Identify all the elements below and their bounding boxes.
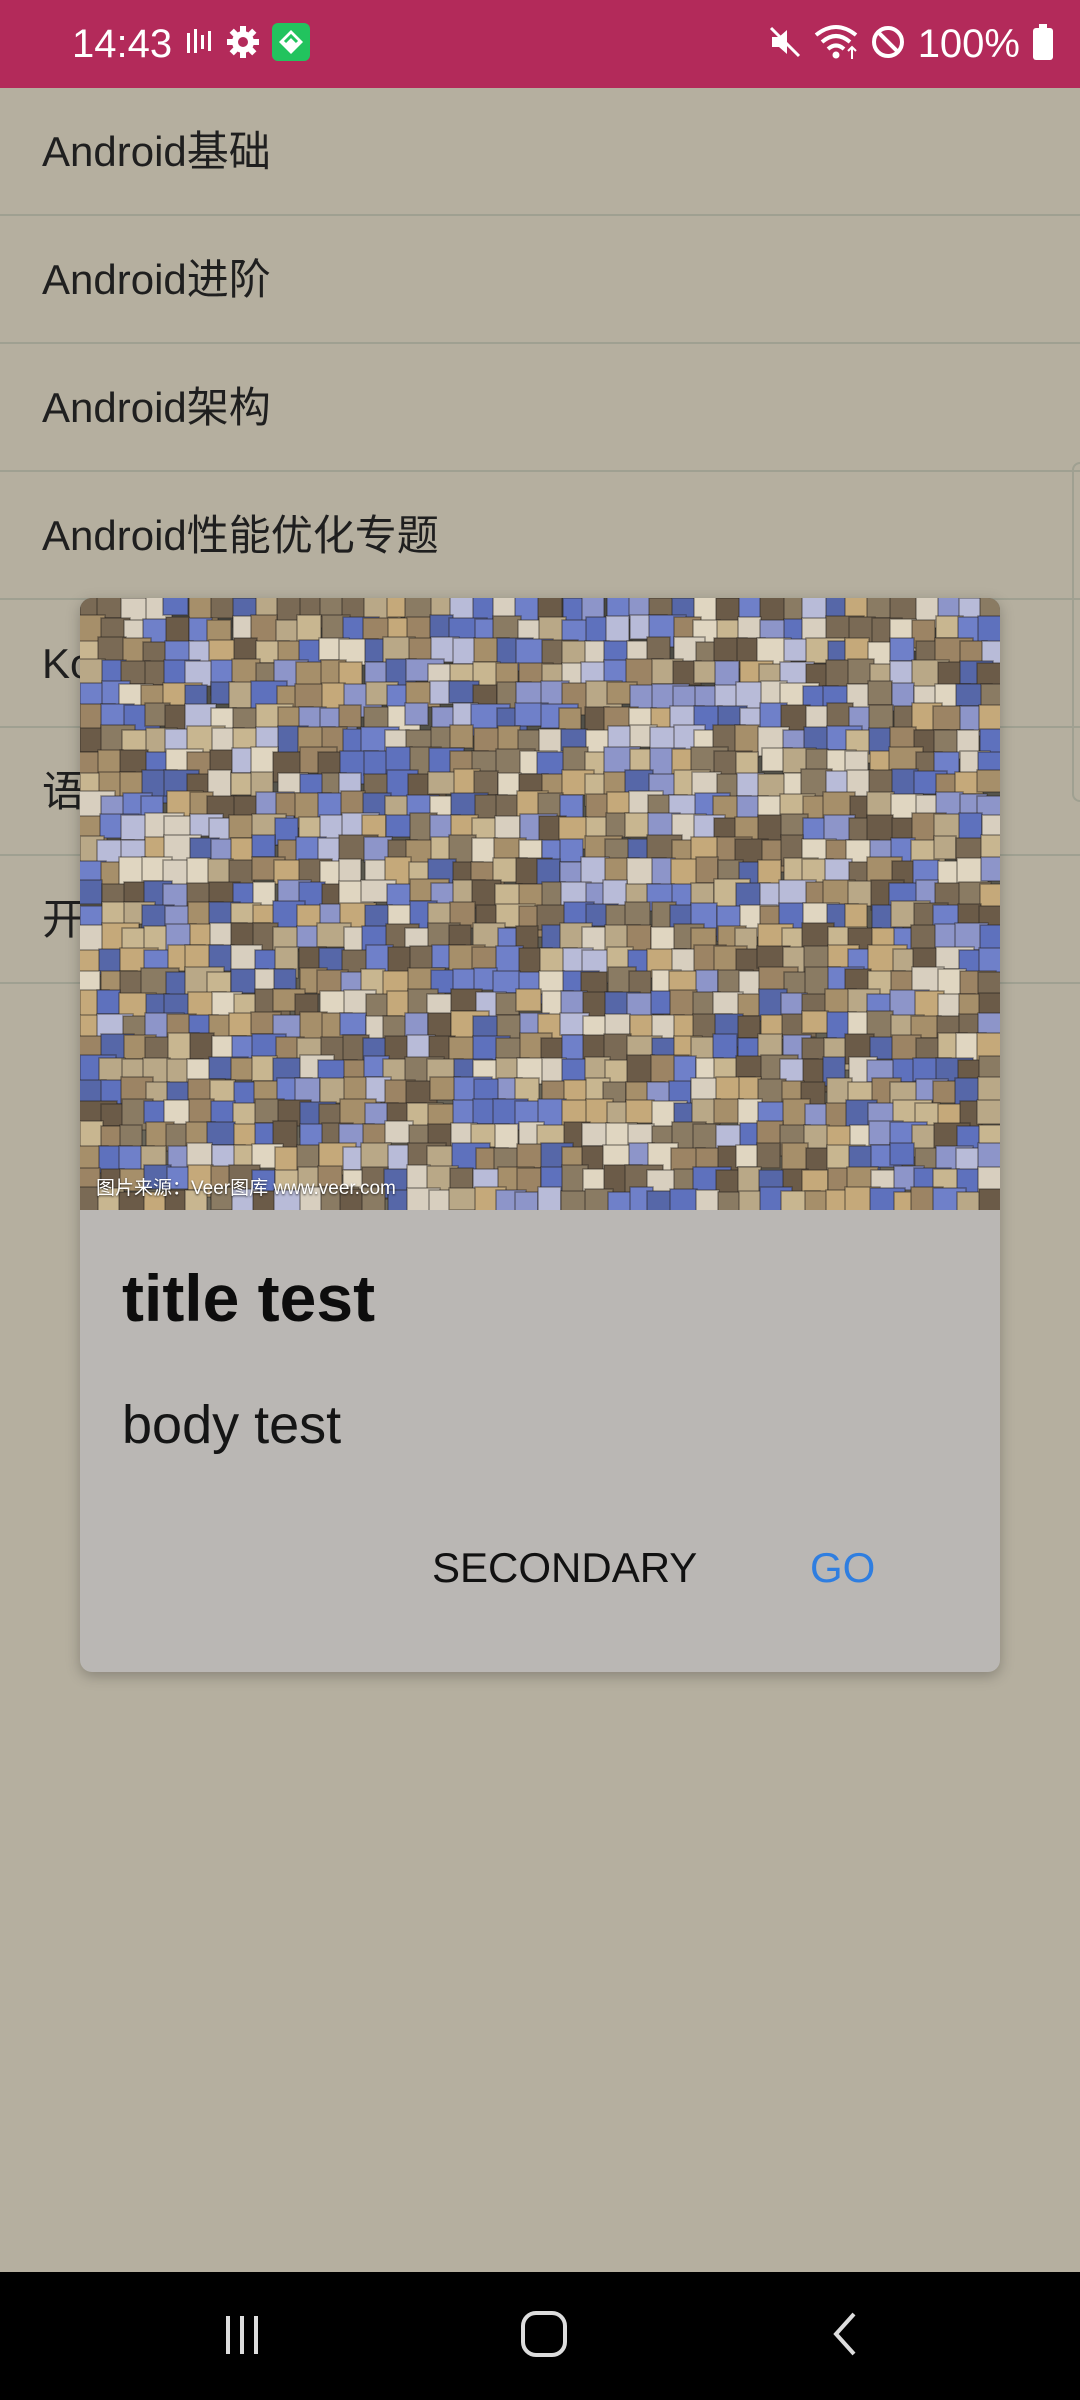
status-bar: 14:43 100% (0, 0, 1080, 88)
list-item-label: Android性能优化专题 (42, 512, 439, 559)
status-time: 14:43 (72, 22, 173, 66)
dialog-title: title test (122, 1261, 376, 1335)
scroll-indicator[interactable] (1072, 462, 1080, 802)
dialog: 图片来源：Veer图库 www.veer.com title test body… (80, 598, 1000, 1672)
mute-icon (768, 25, 802, 64)
list-item-android-basics[interactable]: Android基础 (0, 88, 1080, 216)
recent-apps-icon (218, 2310, 266, 2363)
list-item-android-advanced[interactable]: Android进阶 (0, 216, 1080, 344)
settings-gear-icon (226, 25, 260, 64)
app-notification-icon (272, 22, 310, 66)
list-item-label: 开 (42, 896, 85, 943)
home-button[interactable] (484, 2292, 604, 2380)
back-icon (822, 2310, 870, 2363)
list-item-android-architecture[interactable]: Android架构 (0, 344, 1080, 472)
go-button[interactable]: GO (802, 1528, 883, 1608)
image-credit: 图片来源：Veer图库 www.veer.com (96, 1178, 396, 1199)
city-photo (80, 598, 1000, 1210)
list-item-label: Android进阶 (42, 256, 271, 303)
home-icon (519, 2309, 569, 2364)
battery-percent: 100% (917, 22, 1020, 66)
wifi-icon (814, 23, 858, 66)
back-button[interactable] (786, 2292, 906, 2380)
dialog-body: body test (122, 1395, 342, 1455)
list-item-label: 语 (42, 768, 85, 815)
list-item-label: Android架构 (42, 384, 271, 431)
battery-icon (1032, 23, 1054, 65)
status-left-icons (184, 22, 310, 66)
dialog-image: 图片来源：Veer图库 www.veer.com (80, 598, 1000, 1210)
do-not-disturb-icon (870, 24, 906, 65)
secondary-button[interactable]: SECONDARY (424, 1528, 705, 1608)
navigation-bar (0, 2272, 1080, 2400)
recent-apps-button[interactable] (182, 2292, 302, 2380)
audio-bars-icon (184, 27, 214, 62)
list-item-android-performance[interactable]: Android性能优化专题 (0, 472, 1080, 600)
status-right-icons: 100% (768, 16, 1054, 72)
list-item-label: Android基础 (42, 128, 271, 175)
